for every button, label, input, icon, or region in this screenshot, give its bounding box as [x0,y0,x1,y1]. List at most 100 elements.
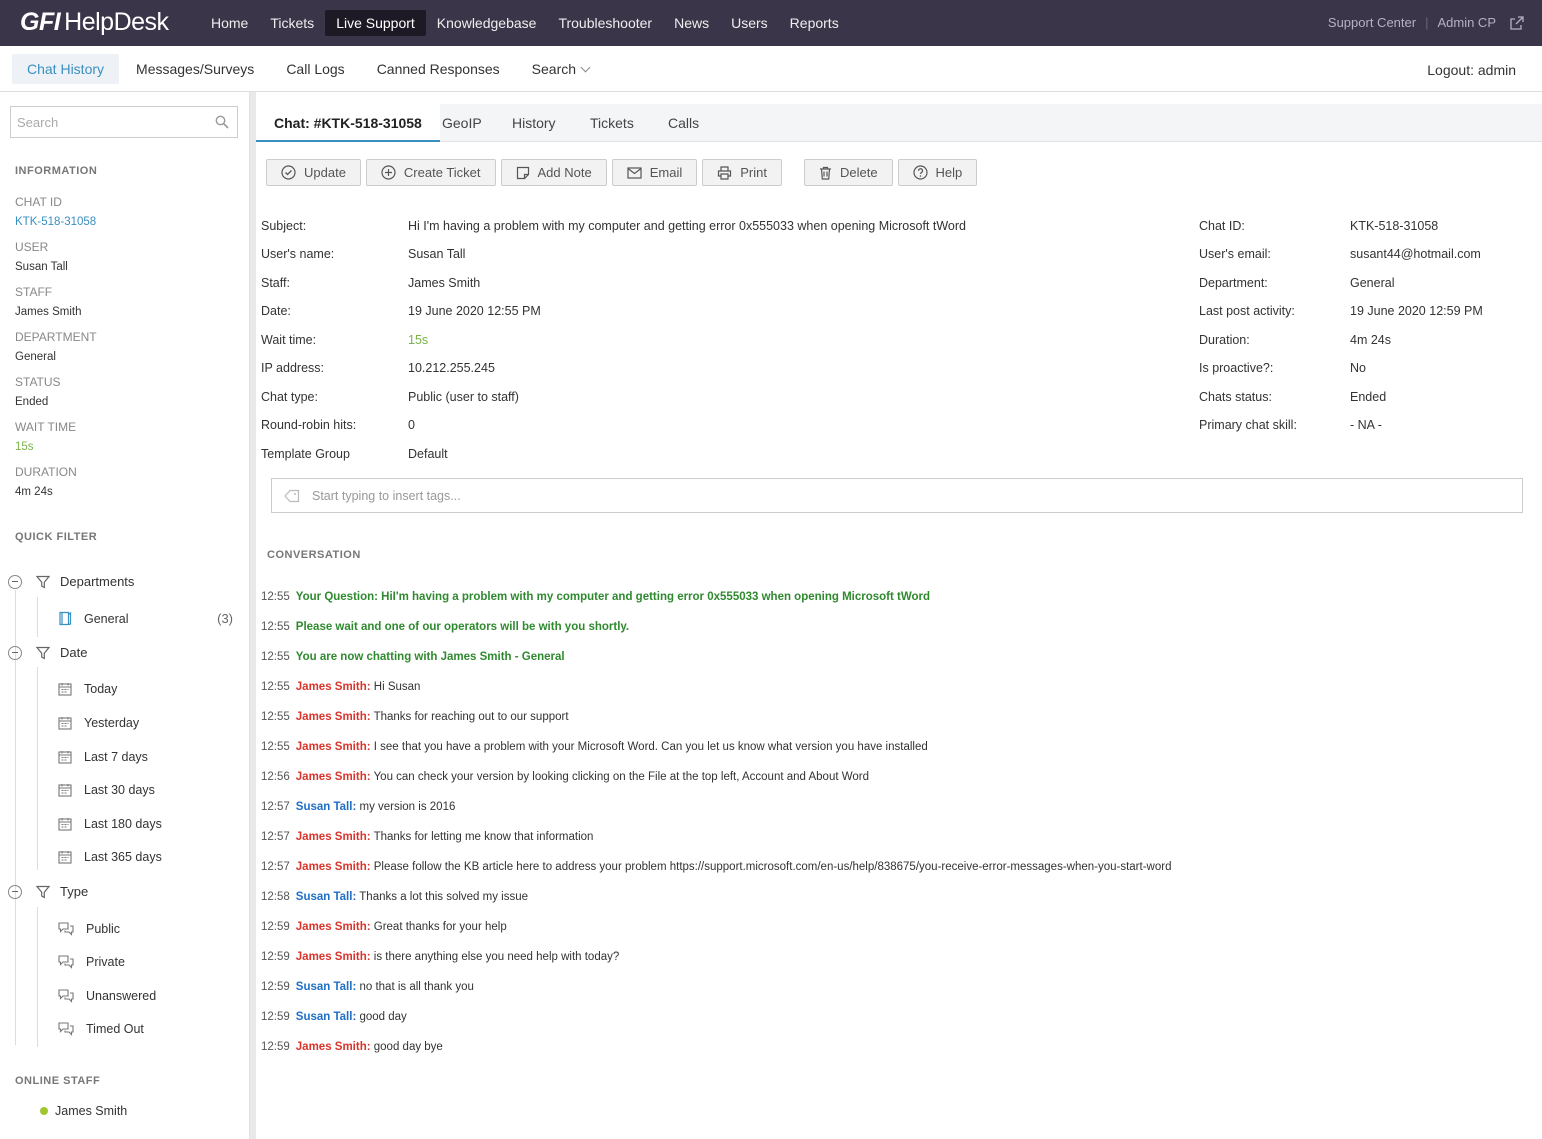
main-menu: Home Tickets Live Support Knowledgebase … [200,10,850,36]
external-link-icon[interactable] [1510,15,1524,30]
check-circle-icon [281,165,296,180]
separator: | [1425,15,1429,30]
nav-live-support[interactable]: Live Support [325,10,426,36]
collapse-icon[interactable] [8,574,22,589]
detail-label: Subject: [261,219,307,233]
filter-date-last-365-days[interactable]: Last 365 days [58,850,162,864]
chat-message: 12:57 James Smith: Please follow the KB a… [261,861,1171,873]
message-text: good day bye [373,1041,443,1053]
tags-input[interactable] [312,488,1212,503]
delete-button[interactable]: Delete [803,159,893,186]
tab-geoip[interactable]: GeoIP [442,104,482,142]
main-content: Chat: #KTK-518-31058 GeoIP History Ticke… [256,92,1542,1139]
nav-reports[interactable]: Reports [779,10,850,36]
filter-date-yesterday[interactable]: Yesterday [58,716,139,730]
filter-type-private[interactable]: Private [58,955,125,969]
tree-line [37,667,38,870]
filter-date-last-180-days[interactable]: Last 180 days [58,817,162,831]
detail-ip-address: 10.212.255.245 [408,361,495,375]
nav-tickets[interactable]: Tickets [259,10,325,36]
subnav-search[interactable]: Search [517,54,604,84]
chat-bubbles-icon [58,989,74,1003]
email-button[interactable]: Email [611,159,698,186]
message-time: 12:59 [261,1041,290,1053]
detail-label: User's name: [261,247,335,261]
calendar-icon [58,717,72,730]
nav-news[interactable]: News [663,10,720,36]
add-note-button[interactable]: Add Note [500,159,607,186]
staff-speaker-name: James Smith: [295,831,371,843]
info-value-department: General [15,351,56,363]
collapse-icon[interactable] [8,645,22,660]
message-text: good day [359,1011,407,1023]
detail-label: Staff: [261,276,290,290]
tab-tickets[interactable]: Tickets [590,104,634,142]
tree-line [37,597,38,637]
nav-home[interactable]: Home [200,10,259,36]
filter-count-general: (3) [217,611,233,626]
quick-filter-title: QUICK FILTER [15,531,98,543]
filter-group-type[interactable]: Type [8,884,88,899]
search-icon[interactable] [215,115,229,132]
subnav-messages-surveys[interactable]: Messages/Surveys [121,54,269,84]
message-text: Great thanks for your help [373,921,507,933]
top-navbar: GFI HelpDesk Home Tickets Live Support Kn… [0,0,1542,46]
search-input[interactable] [11,107,201,137]
detail-label: Chat ID: [1199,219,1245,233]
subnav-canned-responses[interactable]: Canned Responses [362,54,515,84]
message-time: 12:55 [261,741,290,753]
message-time: 12:55 [261,651,290,663]
nav-troubleshooter[interactable]: Troubleshooter [547,10,663,36]
tags-field [271,478,1523,513]
chat-message: 12:57 James Smith: Thanks for letting me … [261,831,593,843]
filter-group-departments[interactable]: Departments [8,574,134,589]
info-value-chat-id[interactable]: KTK-518-31058 [15,216,96,228]
create-ticket-button[interactable]: Create Ticket [365,159,496,186]
tab-history[interactable]: History [512,104,556,142]
information-title: INFORMATION [15,165,98,177]
filter-date-last-7-days[interactable]: Last 7 days [58,750,148,764]
filter-type-public[interactable]: Public [58,922,120,936]
funnel-icon [36,646,50,660]
detail-date: 19 June 2020 12:55 PM [408,304,541,318]
filter-date-last-30-days[interactable]: Last 30 days [58,783,155,797]
nav-knowledgebase[interactable]: Knowledgebase [426,10,548,36]
chevron-down-icon [580,62,591,73]
nav-users[interactable]: Users [720,10,779,36]
tab-calls[interactable]: Calls [668,104,699,142]
envelope-icon [627,166,642,179]
logout-link[interactable]: Logout: admin [1427,62,1516,78]
info-value-duration: 4m 24s [15,486,53,498]
filter-group-date[interactable]: Date [8,645,87,660]
calendar-icon [58,683,72,696]
filter-type-unanswered[interactable]: Unanswered [58,989,156,1003]
chat-message: 12:55 Your Question: HiI'm having a probl… [261,591,930,603]
message-text: my version is 2016 [359,801,456,813]
subnav-call-logs[interactable]: Call Logs [271,54,359,84]
chat-message: 12:56 James Smith: You can check your ver… [261,771,869,783]
detail-duration: 4m 24s [1350,333,1391,347]
message-text: You can check your version by looking cl… [373,771,870,783]
print-button[interactable]: Print [702,159,782,186]
admin-cp-link[interactable]: Admin CP [1437,15,1496,30]
update-button[interactable]: Update [266,159,361,186]
staff-speaker-name: James Smith: [295,861,371,873]
system-message-text: Please wait and one of our operators wil… [295,621,630,633]
support-center-link[interactable]: Support Center [1328,15,1416,30]
tag-icon [284,489,300,502]
filter-type-timed-out[interactable]: Timed Out [58,1022,144,1036]
message-text: Thanks for reaching out to our support [373,711,569,723]
staff-speaker-name: James Smith: [295,921,371,933]
filter-department-general[interactable]: General [58,611,128,626]
online-staff-item[interactable]: James Smith [40,1104,127,1118]
subnav-chat-history[interactable]: Chat History [12,54,120,84]
collapse-icon[interactable] [8,884,22,899]
help-button[interactable]: Help [897,159,978,186]
gfi-helpdesk-logo[interactable]: GFI HelpDesk [20,8,169,37]
filter-date-today[interactable]: Today [58,682,117,696]
chat-tabs: Chat: #KTK-518-31058 GeoIP History Ticke… [256,104,1542,142]
detail-template-group: Default [408,447,448,461]
message-text: is there anything else you need help wit… [373,951,620,963]
tab-chat[interactable]: Chat: #KTK-518-31058 [256,104,440,142]
detail-users-email: susant44@hotmail.com [1350,247,1481,261]
